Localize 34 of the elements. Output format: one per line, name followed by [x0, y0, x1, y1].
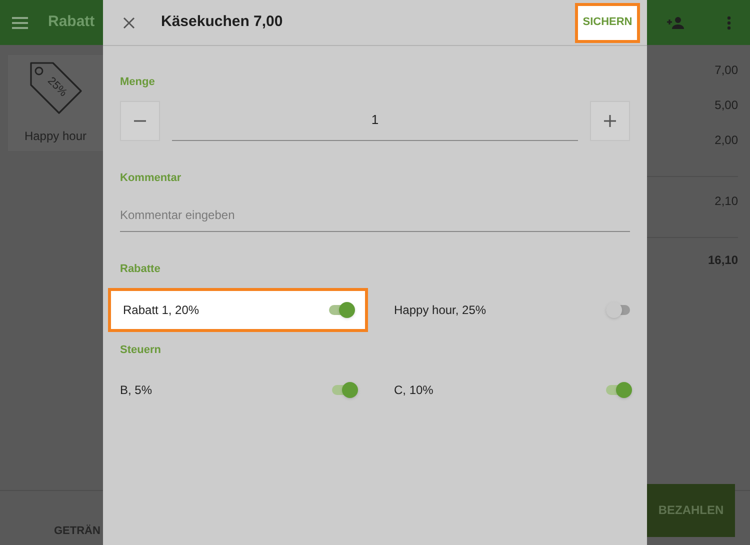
toggle-label: B, 5%	[120, 382, 154, 399]
decrease-button[interactable]	[120, 100, 160, 140]
section-label: Steuern	[120, 342, 162, 358]
add-person-icon[interactable]	[667, 16, 685, 28]
amount-text: 7,00	[714, 62, 738, 79]
toggle-row[interactable]: B, 5%	[108, 368, 368, 412]
section-label: Kommentar	[120, 170, 182, 186]
plus-icon	[604, 114, 616, 126]
toggle-switch[interactable]	[606, 380, 632, 400]
toggle-switch[interactable]	[332, 380, 358, 400]
app-title: Rabatt	[48, 12, 95, 32]
amount-text: 5,00	[714, 97, 738, 114]
quantity-field[interactable]: 1	[172, 100, 578, 140]
toggle-row[interactable]: C, 10%	[382, 368, 642, 412]
increase-button[interactable]	[590, 100, 630, 140]
amount-text: 2,00	[714, 132, 738, 149]
toggle-label: C, 10%	[394, 382, 434, 399]
toggle-switch[interactable]	[329, 300, 355, 320]
toggle-label: Happy hour, 25%	[394, 302, 488, 318]
amount-text: 2,10	[714, 193, 738, 210]
minus-icon	[134, 120, 146, 122]
toggle-switch[interactable]	[606, 300, 632, 320]
comment-field[interactable]: Kommentar eingeben	[120, 198, 630, 232]
total-amount: 16,10	[708, 252, 738, 269]
toggle-label: Rabatt 1, 20%	[123, 302, 200, 318]
more-icon[interactable]	[727, 16, 731, 30]
toggle-row[interactable]: Happy hour, 25%	[382, 288, 642, 332]
section-label: Menge	[120, 75, 156, 90]
section-label: Rabatte	[120, 262, 162, 277]
card-label: Happy hour	[24, 128, 87, 145]
dialog-title: Käsekuchen 7,00	[161, 12, 283, 32]
toggle-row[interactable]: Rabatt 1, 20%	[108, 288, 368, 332]
menu-icon[interactable]	[12, 16, 28, 28]
close-icon[interactable]	[123, 16, 135, 28]
